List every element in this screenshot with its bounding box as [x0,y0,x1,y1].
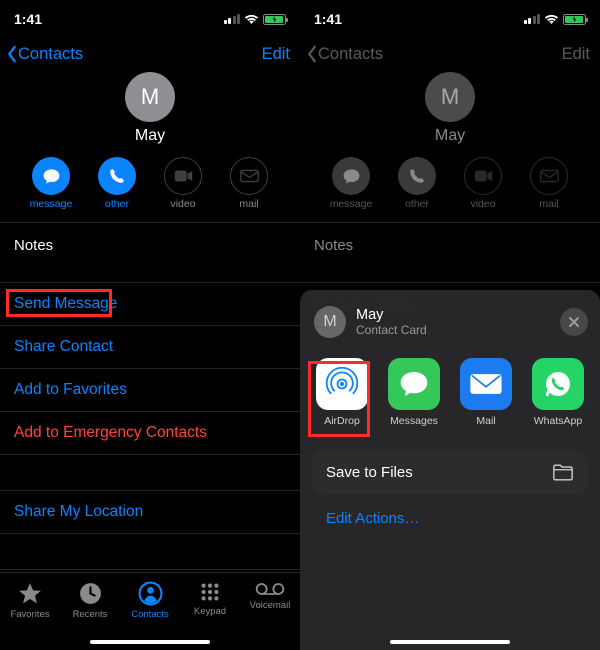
mail-icon [240,169,259,183]
edit-actions-row[interactable]: Edit Actions… [300,494,600,543]
sheet-contact-name: May [356,307,560,323]
send-message-row[interactable]: Send Message [0,282,300,325]
tab-bar: Favorites Recents Contacts Keypad Voicem… [0,572,300,650]
notes-row[interactable]: Notes [0,222,300,282]
status-time: 1:41 [314,11,342,27]
share-messages[interactable]: Messages [386,358,442,427]
share-apps[interactable]: AirDrop Messages Mail WhatsApp [300,352,600,445]
tab-recents[interactable]: Recents [62,581,118,620]
share-airdrop[interactable]: AirDrop [314,358,370,427]
video-button: video [458,157,508,210]
back-button[interactable]: Contacts [6,45,83,64]
call-button[interactable]: other [92,157,142,210]
share-contact-row[interactable]: Share Contact [0,325,300,368]
phone-icon [108,167,126,185]
mail-button: mail [524,157,574,210]
cell-signal-icon [224,14,241,24]
star-icon [17,581,43,606]
voicemail-icon [255,581,285,597]
clock-icon [78,581,103,606]
share-sheet: M May Contact Card AirDrop Messages [300,290,600,650]
message-button[interactable]: message [26,157,76,210]
sheet-avatar: M [314,306,346,338]
wifi-icon [544,14,559,25]
folder-icon [552,464,574,481]
add-favorites-row[interactable]: Add to Favorites [0,368,300,411]
cell-signal-icon [524,14,541,24]
spacer [0,533,300,569]
chevron-left-icon [306,45,318,63]
sheet-subtitle: Contact Card [356,323,560,337]
message-button: message [326,157,376,210]
chevron-left-icon [6,45,18,63]
nav-bar: Contacts Edit [300,32,600,72]
contacts-icon [138,581,163,606]
tab-contacts[interactable]: Contacts [122,581,178,620]
messages-icon [398,368,430,400]
spacer [0,454,300,490]
call-button: other [392,157,442,210]
notes-row: Notes [300,222,600,282]
video-icon [174,169,193,183]
close-icon [568,316,580,328]
back-label: Contacts [318,45,383,64]
mail-app-icon [469,372,503,396]
share-whatsapp[interactable]: WhatsApp [530,358,586,427]
nav-bar: Contacts Edit [0,32,300,72]
phone-right: 1:41 Contacts Edit M May message [300,0,600,650]
tab-keypad[interactable]: Keypad [182,581,238,617]
edit-button[interactable]: Edit [262,45,290,64]
mail-button: mail [224,157,274,210]
action-buttons: message other video mail [0,157,300,222]
contact-header: M May [300,72,600,145]
status-time: 1:41 [14,11,42,27]
status-bar: 1:41 [0,0,300,32]
avatar[interactable]: M [125,72,175,122]
battery-icon [563,14,586,25]
contact-name: May [435,127,465,145]
save-to-files-row[interactable]: Save to Files [312,451,588,494]
share-location-row[interactable]: Share My Location [0,490,300,533]
edit-button: Edit [562,45,590,64]
home-indicator[interactable] [390,640,510,645]
message-icon [42,167,61,186]
message-icon [342,167,361,186]
close-button[interactable] [560,308,588,336]
wifi-icon [244,14,259,25]
phone-icon [408,167,426,185]
avatar: M [425,72,475,122]
airdrop-icon [324,366,360,402]
sheet-header: M May Contact Card [300,300,600,352]
share-mail[interactable]: Mail [458,358,514,427]
contact-name: May [135,127,165,145]
tab-favorites[interactable]: Favorites [2,581,58,620]
sheet-actions: Save to Files [312,451,588,494]
tab-voicemail[interactable]: Voicemail [242,581,298,611]
back-button: Contacts [306,45,383,64]
mail-icon [540,169,559,183]
status-bar: 1:41 [300,0,600,32]
video-button: video [158,157,208,210]
keypad-icon [199,581,221,603]
battery-icon [263,14,286,25]
home-indicator[interactable] [90,640,210,645]
add-emergency-row[interactable]: Add to Emergency Contacts [0,411,300,454]
action-buttons: message other video mail [300,157,600,222]
phone-left: 1:41 Contacts Edit M May message [0,0,300,650]
video-icon [474,169,493,183]
whatsapp-icon [542,368,574,400]
back-label: Contacts [18,45,83,64]
contact-header: M May [0,72,300,145]
